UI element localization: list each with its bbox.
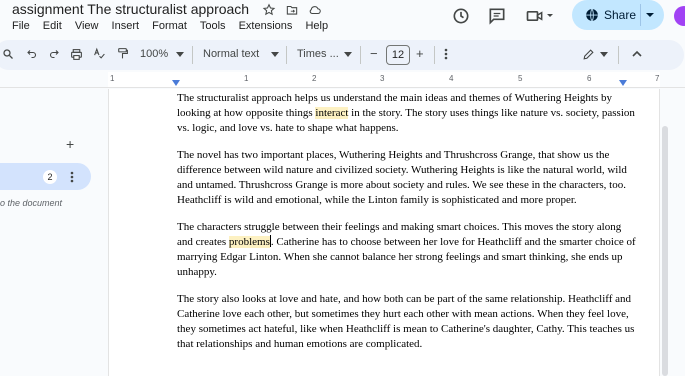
scrollbar-thumb[interactable] xyxy=(662,126,668,376)
ruler-number: 4 xyxy=(449,74,454,83)
hide-menus-chevron-up-icon[interactable] xyxy=(632,50,642,58)
ruler[interactable] xyxy=(0,72,685,88)
document-page[interactable]: The structuralist approach helps us unde… xyxy=(108,89,660,376)
share-divider xyxy=(640,4,641,26)
ruler-number: 2 xyxy=(312,74,317,83)
font-select[interactable]: Times ... xyxy=(297,48,339,60)
editing-mode-dropdown-icon[interactable] xyxy=(600,52,608,58)
menu-edit[interactable]: Edit xyxy=(43,20,62,32)
paragraph-4: The story also looks at love and hate, a… xyxy=(177,293,635,350)
star-icon[interactable] xyxy=(262,3,276,17)
menu-insert[interactable]: Insert xyxy=(112,20,140,32)
font-size-input[interactable]: 12 xyxy=(386,45,410,65)
paragraph-1: The structuralist approach helps us unde… xyxy=(177,91,637,136)
editing-mode-icon[interactable] xyxy=(582,48,595,61)
paragraph-2: The novel has two important places, Wuth… xyxy=(177,149,627,206)
toolbar-divider xyxy=(618,46,619,64)
toolbar-divider xyxy=(286,46,287,64)
paragraph-style-select[interactable]: Normal text xyxy=(203,48,259,60)
paragraph-3: The characters struggle between their fe… xyxy=(177,220,637,280)
ruler-number: 1 xyxy=(244,74,249,83)
undo-icon[interactable] xyxy=(26,48,38,60)
meet-icon[interactable] xyxy=(525,6,545,26)
redo-icon[interactable] xyxy=(48,48,60,60)
comments-icon[interactable] xyxy=(487,6,507,26)
globe-icon xyxy=(586,8,598,22)
spellcheck-icon[interactable] xyxy=(93,47,106,60)
font-dropdown-icon[interactable] xyxy=(344,52,352,58)
search-menus-icon[interactable] xyxy=(2,48,14,60)
left-indent-marker[interactable] xyxy=(172,80,180,86)
toolbar-divider xyxy=(192,46,193,64)
paint-format-icon[interactable] xyxy=(116,47,129,60)
menu-tools[interactable]: Tools xyxy=(200,20,226,32)
menu-extensions[interactable]: Extensions xyxy=(239,20,293,32)
toolbar-divider xyxy=(360,46,361,64)
menu-view[interactable]: View xyxy=(75,20,99,32)
ruler-number: 5 xyxy=(518,74,523,83)
document-outline-panel xyxy=(0,89,108,376)
print-icon[interactable] xyxy=(70,48,83,61)
menu-help[interactable]: Help xyxy=(305,20,328,32)
increase-font-size-button[interactable]: + xyxy=(416,46,424,61)
highlighted-word[interactable]: interact xyxy=(315,107,349,119)
move-folder-icon[interactable] xyxy=(285,3,299,17)
cloud-saved-icon[interactable] xyxy=(308,3,322,17)
share-label: Share xyxy=(604,8,637,22)
version-history-icon[interactable] xyxy=(451,6,471,26)
add-tab-plus-icon[interactable]: + xyxy=(66,136,74,152)
decrease-font-size-button[interactable]: − xyxy=(370,46,378,61)
outline-count-badge: 2 xyxy=(43,170,57,184)
ruler-number: 6 xyxy=(587,74,592,83)
style-dropdown-icon[interactable] xyxy=(271,52,279,58)
ruler-number: 1 xyxy=(110,74,115,83)
more-options-icon[interactable] xyxy=(444,48,448,60)
zoom-select[interactable]: 100% xyxy=(140,48,168,60)
document-body[interactable]: The structuralist approach helps us unde… xyxy=(177,91,637,364)
document-title[interactable]: assignment The structuralist approach xyxy=(12,1,249,17)
toolbar-divider xyxy=(434,46,435,64)
zoom-dropdown-icon[interactable] xyxy=(176,52,184,58)
highlighted-word[interactable]: problems xyxy=(228,236,270,248)
outline-more-icon[interactable] xyxy=(70,171,74,183)
right-indent-marker[interactable] xyxy=(619,80,627,86)
outline-hint-text: o the document xyxy=(0,198,63,208)
share-dropdown-icon[interactable] xyxy=(645,11,655,19)
chevron-down-icon[interactable] xyxy=(545,6,555,26)
menu-format[interactable]: Format xyxy=(152,20,187,32)
ruler-number: 7 xyxy=(655,74,660,83)
ruler-number: 3 xyxy=(380,74,385,83)
menu-bar: File Edit View Insert Format Tools Exten… xyxy=(12,20,338,32)
menu-file[interactable]: File xyxy=(12,20,30,32)
